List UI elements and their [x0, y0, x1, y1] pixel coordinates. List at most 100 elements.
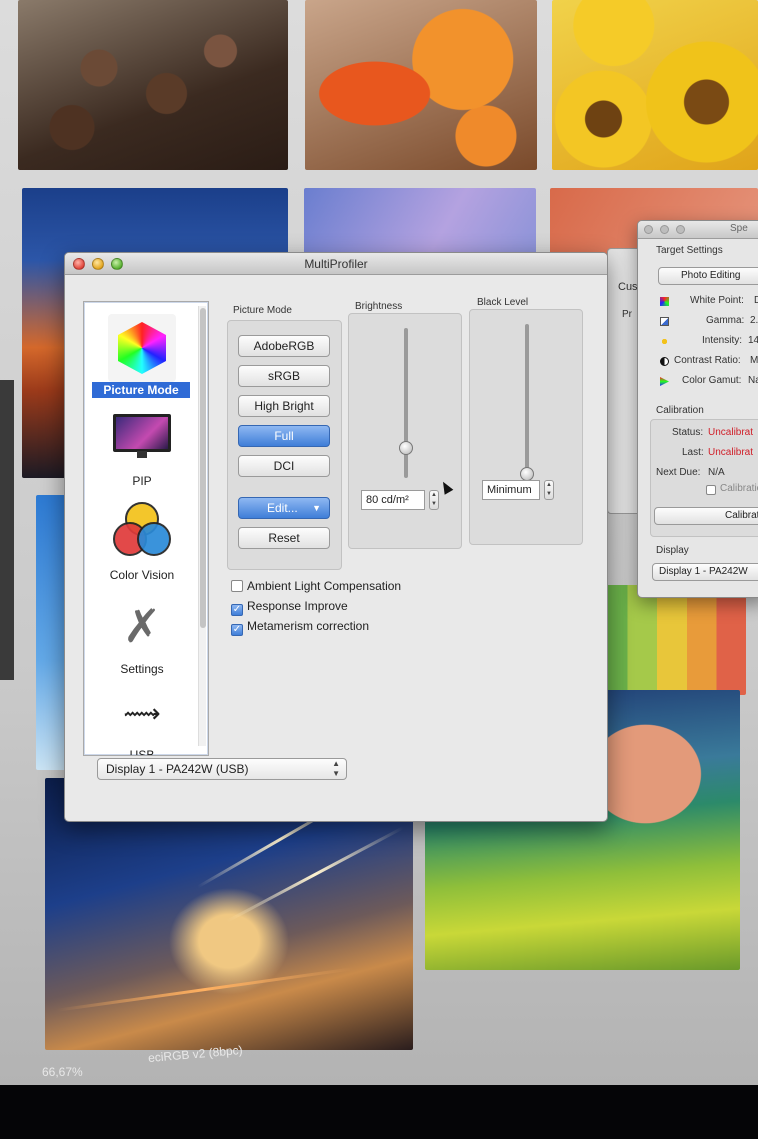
target-window-titlebar[interactable]: Spe: [638, 221, 758, 239]
color-profile-label: eciRGB v2 (8bpc): [147, 1042, 244, 1066]
contrast-value: M: [750, 355, 758, 366]
multiprofiler-window[interactable]: MultiProfiler Picture Mode PIP Color Vis…: [64, 252, 608, 822]
photo-orange-jam: [305, 0, 537, 170]
sidebar-item-picture-mode[interactable]: Picture Mode: [84, 304, 200, 398]
color-gamut-value: Na: [748, 375, 758, 386]
photo-sunflowers: [552, 0, 758, 170]
photo-sky: [304, 188, 536, 258]
sidebar-item-pip[interactable]: PIP: [84, 406, 200, 498]
white-point-value: D: [754, 295, 758, 306]
color-vision-icon: [113, 502, 171, 560]
contrast-label: Contrast Ratio:: [674, 355, 741, 366]
target-window-title: Spe: [730, 223, 748, 234]
contrast-icon: [660, 357, 669, 366]
usb-icon: ⟿: [123, 698, 161, 728]
sidebar-item-usb[interactable]: ⟿ USB: [84, 686, 200, 756]
response-improve-label: Response Improve: [247, 599, 348, 613]
calibration-heading: Calibration: [656, 405, 704, 416]
checkbox-box[interactable]: [231, 580, 243, 592]
brightness-slider-track[interactable]: [404, 328, 408, 478]
status-value: Uncalibrat: [708, 427, 754, 438]
calibration-reminder-checkbox[interactable]: [706, 485, 716, 495]
sidebar[interactable]: Picture Mode PIP Color Vision ✗ Settings…: [83, 301, 209, 756]
target-settings-window[interactable]: Spe Target Settings Photo Editing White …: [637, 220, 758, 598]
color-hexagon-icon: [108, 314, 176, 382]
window-title: MultiProfiler: [304, 257, 368, 271]
photo-color-palette: [598, 585, 746, 695]
intensity-value: 14: [748, 335, 758, 346]
metamerism-checkbox[interactable]: ✓ Metamerism correction: [231, 619, 370, 636]
mode-button-adobergb[interactable]: AdobeRGB: [238, 335, 330, 357]
calibrate-button[interactable]: Calibrat: [654, 507, 758, 525]
reset-button[interactable]: Reset: [238, 527, 330, 549]
mode-button-srgb[interactable]: sRGB: [238, 365, 330, 387]
triangle-down-icon: ▼: [312, 503, 321, 513]
brightness-group: 80 cd/m² ▲ ▼: [348, 313, 462, 549]
response-improve-checkbox[interactable]: ✓ Response Improve: [231, 599, 348, 616]
ambient-light-checkbox[interactable]: Ambient Light Compensation: [231, 579, 401, 595]
status-label: Status:: [672, 427, 704, 438]
sidebar-item-label: Color Vision: [109, 568, 175, 582]
gamma-label: Gamma:: [706, 315, 745, 326]
edit-button[interactable]: Edit... ▼: [238, 497, 330, 519]
picture-mode-group: AdobeRGB sRGB High Bright Full DCI Edit.…: [227, 320, 342, 570]
target-display-select[interactable]: Display 1 - PA242W: [652, 563, 758, 581]
ambient-light-label: Ambient Light Compensation: [247, 579, 402, 593]
zoom-icon[interactable]: [676, 225, 685, 234]
sidebar-item-settings[interactable]: ✗ Settings: [84, 592, 200, 684]
target-settings-heading: Target Settings: [656, 245, 723, 256]
gamma-icon: [660, 317, 669, 326]
white-point-icon: [660, 297, 669, 306]
last-value: Uncalibrat: [708, 447, 754, 458]
mode-button-full[interactable]: Full: [238, 425, 330, 447]
mode-button-high-bright[interactable]: High Bright: [238, 395, 330, 417]
tools-icon: ✗: [122, 600, 162, 652]
checkbox-box[interactable]: ✓: [231, 604, 243, 616]
last-label: Last:: [682, 447, 704, 458]
sidebar-item-label: Settings: [120, 662, 164, 676]
display-select[interactable]: Display 1 - PA242W (USB) ▲ ▼: [97, 758, 347, 780]
preset-select[interactable]: Photo Editing: [658, 267, 758, 285]
gamma-value: 2.: [750, 315, 758, 326]
black-level-label: Black Level: [477, 297, 529, 308]
black-level-slider-track[interactable]: [525, 324, 529, 474]
tool-palette[interactable]: [0, 380, 14, 680]
close-icon[interactable]: [644, 225, 653, 234]
sidebar-item-label: USB: [129, 748, 155, 756]
black-level-stepper[interactable]: ▲ ▼: [544, 480, 554, 500]
intensity-icon: [660, 337, 669, 346]
mode-button-dci[interactable]: DCI: [238, 455, 330, 477]
zoom-level[interactable]: 66,67%: [42, 1065, 83, 1079]
brightness-label: Brightness: [355, 301, 403, 312]
sidebar-item-label: Picture Mode: [92, 382, 190, 398]
display-select-value: Display 1 - PA242W (USB): [106, 762, 249, 776]
intensity-label: Intensity:: [702, 335, 743, 346]
editor-status-bar: 66,67% eciRGB v2 (8bpc): [30, 1035, 450, 1085]
scrollbar-thumb[interactable]: [200, 308, 206, 628]
metamerism-label: Metamerism correction: [247, 619, 370, 633]
next-due-label: Next Due:: [656, 467, 701, 478]
brightness-stepper[interactable]: ▲ ▼: [429, 490, 439, 510]
brightness-slider-knob[interactable]: [399, 441, 413, 455]
black-level-group: Minimum ▲ ▼: [469, 309, 583, 545]
next-due-value: N/A: [708, 467, 725, 478]
black-level-value-field[interactable]: Minimum: [482, 480, 540, 500]
gamut-icon: [660, 377, 669, 386]
photo-coffee-beans: [18, 0, 288, 170]
checkbox-box[interactable]: ✓: [231, 624, 243, 636]
brightness-value-field[interactable]: 80 cd/m²: [361, 490, 425, 510]
black-level-slider-knob[interactable]: [520, 467, 534, 481]
calibration-reminder-label: Calibratio: [720, 483, 758, 494]
sidebar-item-label: PIP: [132, 474, 152, 488]
color-gamut-label: Color Gamut:: [682, 375, 742, 386]
updown-icon: ▲ ▼: [332, 759, 340, 778]
multiprofiler-titlebar[interactable]: MultiProfiler: [65, 253, 607, 275]
minimize-icon[interactable]: [660, 225, 669, 234]
monitor-bezel: [0, 1085, 758, 1139]
edit-button-label: Edit...: [267, 501, 298, 515]
white-point-label: White Point:: [690, 295, 744, 306]
sidebar-item-color-vision[interactable]: Color Vision: [84, 498, 200, 590]
picture-mode-label: Picture Mode: [233, 305, 292, 316]
monitor-icon: [113, 414, 171, 458]
custom-sub-label: Pr: [622, 309, 632, 320]
